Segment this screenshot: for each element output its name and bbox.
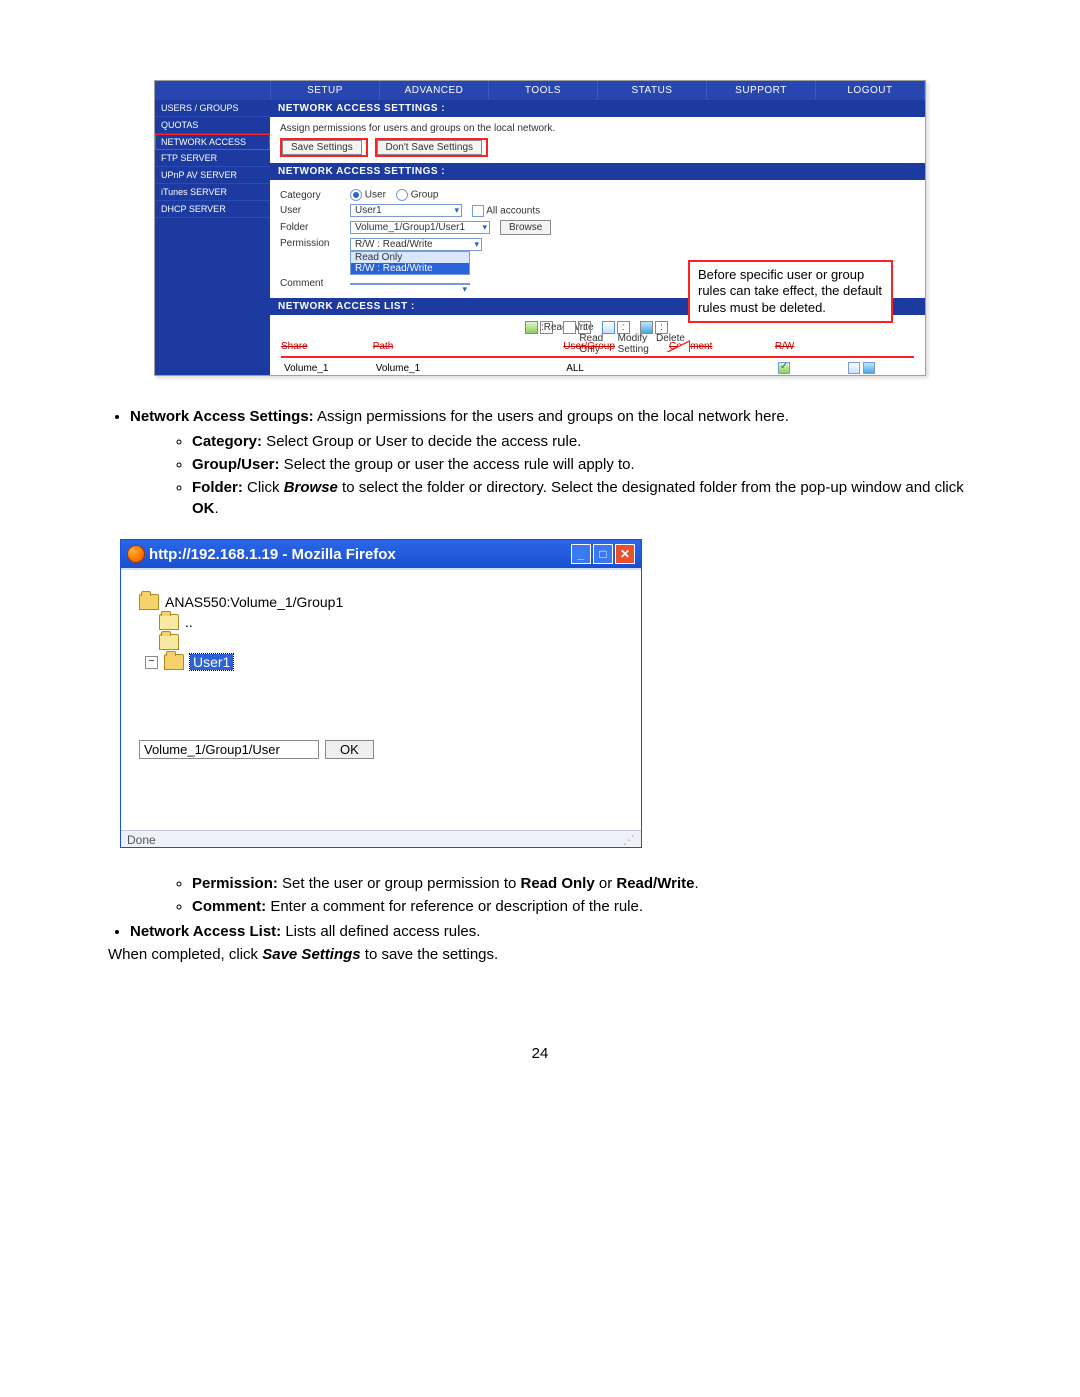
input-folder[interactable]: Volume_1/Group1/User1 bbox=[350, 221, 490, 234]
term-ok: OK bbox=[192, 500, 215, 517]
checkbox-all-accounts[interactable] bbox=[472, 205, 484, 217]
access-list-row: Volume_1 Volume_1 ALL ✓ bbox=[280, 361, 915, 375]
tree-expander[interactable]: − bbox=[145, 656, 158, 669]
folder-tree: ANAS550:Volume_1/Group1 .. − User1 bbox=[139, 594, 623, 670]
tab-setup[interactable]: SETUP bbox=[271, 81, 380, 100]
save-settings-button[interactable]: Save Settings bbox=[282, 140, 362, 155]
term-category: Category: bbox=[192, 433, 262, 450]
select-user[interactable]: User1 bbox=[350, 204, 462, 217]
up-folder-icon[interactable] bbox=[159, 614, 179, 630]
maximize-button[interactable]: □ bbox=[593, 544, 613, 564]
legend-readonly-icon bbox=[563, 321, 576, 334]
tab-logout[interactable]: LOGOUT bbox=[816, 81, 925, 100]
folder-icon bbox=[164, 654, 184, 670]
sidebar-item-upnp-av-server[interactable]: UPnP AV SERVER bbox=[155, 167, 270, 184]
label-category: Category bbox=[280, 190, 340, 201]
input-comment[interactable] bbox=[350, 283, 470, 285]
term-network-access-settings: Network Access Settings: bbox=[130, 408, 314, 425]
new-folder-icon[interactable] bbox=[159, 634, 179, 650]
path-input[interactable] bbox=[139, 740, 319, 759]
term-save-settings: Save Settings bbox=[262, 946, 360, 963]
main-panel: NETWORK ACCESS SETTINGS : Assign permiss… bbox=[270, 100, 925, 375]
status-text: Done bbox=[127, 833, 156, 847]
legend-readwrite-icon bbox=[525, 321, 538, 334]
cell-path: Volume_1 bbox=[372, 361, 562, 375]
term-permission: Permission: bbox=[192, 875, 278, 892]
callout-delete-default-rules: Before specific user or group rules can … bbox=[688, 260, 893, 323]
screenshot-network-access: SETUP ADVANCED TOOLS STATUS SUPPORT LOGO… bbox=[154, 80, 926, 376]
tab-tools[interactable]: TOOLS bbox=[489, 81, 598, 100]
radio-group[interactable] bbox=[396, 189, 408, 201]
folder-icon bbox=[139, 594, 159, 610]
label-all-accounts: All accounts bbox=[486, 205, 540, 216]
screenshot-browse-dialog: http://192.168.1.19 - Mozilla Firefox _ … bbox=[120, 539, 642, 848]
sidebar-item-network-access[interactable]: NETWORK ACCESS bbox=[155, 134, 270, 150]
permission-option-readwrite[interactable]: R/W : Read/Write bbox=[351, 263, 469, 274]
tree-up[interactable]: .. bbox=[185, 614, 193, 630]
sidebar-item-itunes-server[interactable]: iTunes SERVER bbox=[155, 184, 270, 201]
page-number: 24 bbox=[90, 1045, 990, 1062]
tab-support[interactable]: SUPPORT bbox=[707, 81, 816, 100]
cell-comment bbox=[668, 361, 774, 375]
tree-selected-user1[interactable]: User1 bbox=[190, 654, 233, 670]
col-usergroup: User/Group bbox=[562, 340, 668, 353]
select-permission[interactable]: R/W : Read/Write bbox=[350, 238, 482, 251]
sidebar-item-ftp-server[interactable]: FTP SERVER bbox=[155, 150, 270, 167]
sidebar-item-users-groups[interactable]: USERS / GROUPS bbox=[155, 100, 270, 117]
tab-advanced[interactable]: ADVANCED bbox=[380, 81, 489, 100]
legend-modify-icon bbox=[602, 321, 615, 334]
term-group-user: Group/User: bbox=[192, 456, 280, 473]
minimize-button[interactable]: _ bbox=[571, 544, 591, 564]
sidebar: USERS / GROUPS QUOTAS NETWORK ACCESS FTP… bbox=[155, 100, 270, 375]
sidebar-item-dhcp-server[interactable]: DHCP SERVER bbox=[155, 201, 270, 218]
radio-user[interactable] bbox=[350, 189, 362, 201]
cell-share: Volume_1 bbox=[280, 361, 372, 375]
label-permission: Permission bbox=[280, 238, 340, 249]
firefox-icon bbox=[127, 545, 145, 563]
label-radio-user: User bbox=[365, 190, 386, 201]
term-network-access-list: Network Access List: bbox=[130, 923, 281, 940]
top-nav: SETUP ADVANCED TOOLS STATUS SUPPORT LOGO… bbox=[155, 81, 925, 100]
col-share: Share bbox=[280, 340, 372, 353]
section-title-settings-2: NETWORK ACCESS SETTINGS : bbox=[270, 163, 925, 180]
col-path: Path bbox=[372, 340, 562, 353]
permission-dropdown-open[interactable]: Read Only R/W : Read/Write bbox=[350, 251, 470, 275]
term-comment: Comment: bbox=[192, 898, 266, 915]
resize-grip-icon: ⋰ bbox=[623, 833, 635, 847]
cell-usergroup: ALL bbox=[562, 361, 668, 375]
dont-save-settings-button[interactable]: Don't Save Settings bbox=[377, 140, 483, 155]
description-block-1: Network Access Settings: Assign permissi… bbox=[90, 406, 990, 519]
legend-delete-icon bbox=[640, 321, 653, 334]
tree-root[interactable]: ANAS550:Volume_1/Group1 bbox=[165, 594, 343, 610]
term-browse: Browse bbox=[284, 479, 338, 496]
close-button[interactable]: ✕ bbox=[615, 544, 635, 564]
tab-status[interactable]: STATUS bbox=[598, 81, 707, 100]
label-comment: Comment bbox=[280, 278, 340, 289]
label-folder: Folder bbox=[280, 222, 340, 233]
dialog-title: http://192.168.1.19 - Mozilla Firefox bbox=[149, 546, 396, 563]
rw-checkbox-icon: ✓ bbox=[778, 362, 790, 374]
label-radio-group: Group bbox=[411, 190, 439, 201]
description-block-2: Permission: Set the user or group permis… bbox=[90, 873, 990, 965]
dialog-titlebar: http://192.168.1.19 - Mozilla Firefox _ … bbox=[121, 540, 641, 568]
sidebar-item-quotas[interactable]: QUOTAS bbox=[155, 117, 270, 134]
statusbar: Done ⋰ bbox=[121, 830, 641, 847]
modify-rule-icon[interactable] bbox=[848, 362, 860, 374]
section-title-settings-1: NETWORK ACCESS SETTINGS : bbox=[270, 100, 925, 117]
label-user: User bbox=[280, 205, 340, 216]
col-rw: R/W bbox=[774, 340, 845, 353]
permission-option-readonly[interactable]: Read Only bbox=[355, 252, 465, 263]
ok-button[interactable]: OK bbox=[325, 740, 374, 759]
browse-button[interactable]: Browse bbox=[500, 220, 551, 235]
term-folder: Folder: bbox=[192, 479, 243, 496]
section-subtitle: Assign permissions for users and groups … bbox=[280, 123, 915, 134]
delete-rule-icon[interactable] bbox=[863, 362, 875, 374]
